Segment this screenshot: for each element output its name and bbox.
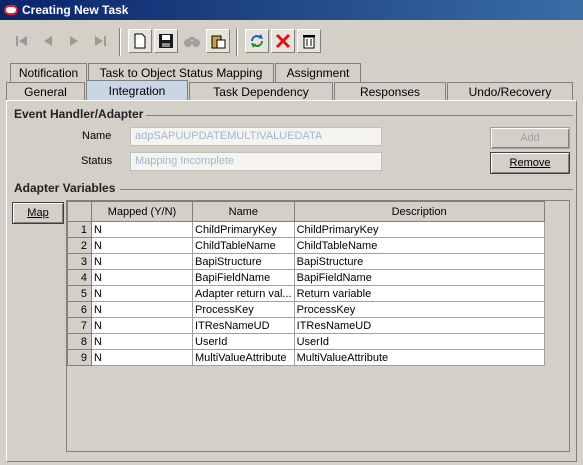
column-header-description[interactable]: Description	[293, 201, 545, 222]
mapped-cell[interactable]: N	[91, 253, 193, 270]
mapped-cell[interactable]: N	[91, 333, 193, 350]
description-cell[interactable]: ProcessKey	[293, 301, 545, 318]
find-icon[interactable]	[180, 29, 204, 53]
name-cell[interactable]: Adapter return val...	[192, 285, 295, 302]
tab-label: Notification	[18, 66, 79, 80]
toolbar-separator	[119, 28, 121, 56]
status-label: Status	[81, 155, 113, 167]
event-handler-title: Event Handler/Adapter	[14, 107, 144, 121]
row-number-cell[interactable]: 1	[67, 221, 92, 238]
name-cell[interactable]: ChildPrimaryKey	[192, 221, 295, 238]
previous-record-icon[interactable]	[36, 29, 60, 53]
map-button[interactable]: Map	[12, 202, 64, 224]
mapped-cell[interactable]: N	[91, 317, 193, 334]
tab-label: Integration	[108, 84, 166, 98]
tab-label: Responses	[359, 85, 421, 99]
description-cell[interactable]: BapiStructure	[293, 253, 545, 270]
tab-label: Assignment	[286, 66, 350, 80]
new-icon[interactable]	[128, 29, 152, 53]
name-cell[interactable]: MultiValueAttribute	[192, 349, 295, 366]
paste-icon[interactable]	[206, 29, 230, 53]
table-row[interactable]: 2 N ChildTableName ChildTableName	[67, 237, 545, 254]
mapped-cell[interactable]: N	[91, 285, 193, 302]
name-cell[interactable]: UserId	[192, 333, 295, 350]
window-title: Creating New Task	[22, 3, 129, 17]
name-cell[interactable]: ITResNameUD	[192, 317, 295, 334]
toolbar	[0, 20, 583, 60]
description-cell[interactable]: MultiValueAttribute	[293, 349, 545, 366]
save-icon[interactable]	[154, 29, 178, 53]
divider	[146, 115, 573, 116]
name-cell[interactable]: ProcessKey	[192, 301, 295, 318]
name-label: Name	[82, 130, 112, 142]
description-cell[interactable]: ChildTableName	[293, 237, 545, 254]
tab-undo-recovery[interactable]: Undo/Recovery	[447, 82, 573, 101]
mapped-cell[interactable]: N	[91, 301, 193, 318]
tab-integration[interactable]: Integration	[86, 80, 188, 101]
mapped-cell[interactable]: N	[91, 237, 193, 254]
row-number-cell[interactable]: 6	[67, 301, 92, 318]
name-cell[interactable]: BapiFieldName	[192, 269, 295, 286]
table-row[interactable]: 4 N BapiFieldName BapiFieldName	[67, 269, 545, 286]
mapped-cell[interactable]: N	[91, 349, 193, 366]
status-field[interactable]: Mapping Incomplete	[130, 152, 382, 171]
remove-button[interactable]: Remove	[490, 152, 570, 174]
row-number-cell[interactable]: 4	[67, 269, 92, 286]
next-record-icon[interactable]	[62, 29, 86, 53]
map-button-label: Map	[27, 207, 49, 219]
tab-notification[interactable]: Notification	[10, 63, 87, 82]
name-cell[interactable]: ChildTableName	[192, 237, 295, 254]
oracle-logo-icon	[4, 5, 18, 15]
row-number-header	[67, 201, 92, 222]
description-cell[interactable]: Return variable	[293, 285, 545, 302]
table-row[interactable]: 3 N BapiStructure BapiStructure	[67, 253, 545, 270]
tab-label: Task to Object Status Mapping	[99, 66, 263, 80]
remove-button-label: Remove	[509, 157, 551, 169]
first-record-icon[interactable]	[10, 29, 34, 53]
table-row[interactable]: 6 N ProcessKey ProcessKey	[67, 301, 545, 318]
table-row[interactable]: 7 N ITResNameUD ITResNameUD	[67, 317, 545, 334]
description-cell[interactable]: ChildPrimaryKey	[293, 221, 545, 238]
adapter-variables-grid: Mapped (Y/N) Name Description 1 N ChildPri…	[66, 200, 570, 452]
row-number-cell[interactable]: 7	[67, 317, 92, 334]
divider	[120, 189, 573, 190]
last-record-icon[interactable]	[88, 29, 112, 53]
add-button-label: Add	[520, 132, 540, 144]
title-bar: Creating New Task	[0, 0, 583, 20]
add-button[interactable]: Add	[490, 127, 570, 149]
column-header-name[interactable]: Name	[192, 201, 295, 222]
mapped-cell[interactable]: N	[91, 221, 193, 238]
tab-responses[interactable]: Responses	[334, 82, 446, 101]
row-number-cell[interactable]: 2	[67, 237, 92, 254]
mapped-cell[interactable]: N	[91, 269, 193, 286]
tab-general[interactable]: General	[6, 82, 85, 101]
table-row[interactable]: 1 N ChildPrimaryKey ChildPrimaryKey	[67, 221, 545, 238]
table-row[interactable]: 5 N Adapter return val... Return variable	[67, 285, 545, 302]
tab-label: Task Dependency	[213, 85, 309, 99]
toolbar-separator	[236, 28, 238, 56]
refresh-icon[interactable]	[245, 29, 269, 53]
tab-assignment[interactable]: Assignment	[275, 63, 361, 82]
trash-icon[interactable]	[297, 29, 321, 53]
adapter-variables-title: Adapter Variables	[14, 181, 116, 195]
row-number-cell[interactable]: 8	[67, 333, 92, 350]
table-row[interactable]: 9 N MultiValueAttribute MultiValueAttribute	[67, 349, 545, 366]
description-cell[interactable]: BapiFieldName	[293, 269, 545, 286]
description-cell[interactable]: ITResNameUD	[293, 317, 545, 334]
description-cell[interactable]: UserId	[293, 333, 545, 350]
tab-label: General	[24, 85, 67, 99]
tab-label: Undo/Recovery	[468, 85, 552, 99]
adapter-name-field[interactable]: adpSAPUUPDATEMULTIVALUEDATA	[130, 127, 382, 146]
table-row[interactable]: 8 N UserId UserId	[67, 333, 545, 350]
row-number-cell[interactable]: 3	[67, 253, 92, 270]
delete-icon[interactable]	[271, 29, 295, 53]
column-header-mapped[interactable]: Mapped (Y/N)	[91, 201, 193, 222]
name-cell[interactable]: BapiStructure	[192, 253, 295, 270]
row-number-cell[interactable]: 5	[67, 285, 92, 302]
tab-task-dependency[interactable]: Task Dependency	[189, 82, 333, 101]
row-number-cell[interactable]: 9	[67, 349, 92, 366]
adapter-variables-table: Mapped (Y/N) Name Description 1 N ChildPri…	[67, 201, 545, 366]
